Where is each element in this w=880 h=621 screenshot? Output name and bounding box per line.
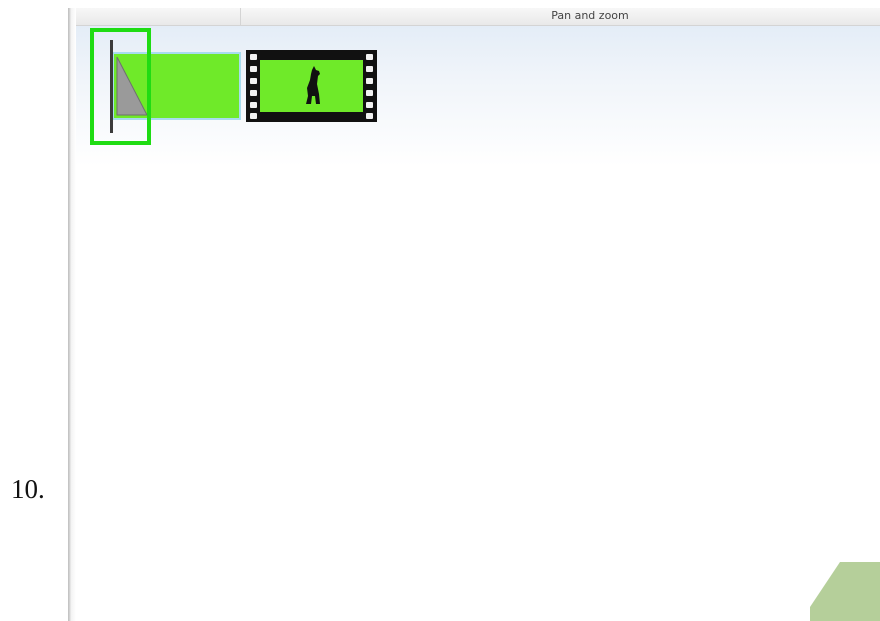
sprocket-hole: [250, 78, 257, 84]
panel-header-label: Pan and zoom: [551, 9, 629, 22]
header-divider: [240, 8, 241, 25]
sprocket-hole: [366, 113, 373, 119]
panel-header: [76, 8, 880, 26]
dog-silhouette-icon: [306, 66, 320, 104]
sprocket-hole: [366, 66, 373, 72]
sprocket-hole: [366, 54, 373, 60]
highlight-box: [90, 28, 151, 145]
sprocket-hole: [250, 113, 257, 119]
sprocket-hole: [366, 102, 373, 108]
sprocket-hole: [366, 78, 373, 84]
sprocket-hole: [250, 54, 257, 60]
step-number: 10.: [11, 474, 45, 504]
sprocket-hole: [250, 90, 257, 96]
sprocket-hole: [366, 90, 373, 96]
window-left-edge: [68, 0, 76, 621]
sprocket-hole: [250, 66, 257, 72]
video-clip[interactable]: [246, 50, 377, 122]
corner-decoration: [810, 562, 880, 621]
video-thumbnail: [260, 60, 363, 112]
sprocket-hole: [250, 102, 257, 108]
window-top-gap: [68, 0, 880, 8]
